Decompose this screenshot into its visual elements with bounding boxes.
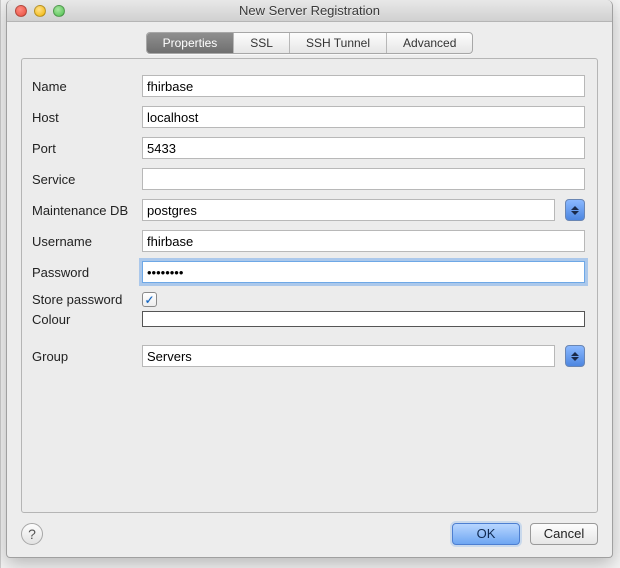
zoom-icon[interactable]	[53, 5, 65, 17]
password-input[interactable]	[142, 261, 585, 283]
maintenance-db-stepper[interactable]	[565, 199, 585, 221]
group-stepper[interactable]	[565, 345, 585, 367]
name-label: Name	[32, 79, 142, 94]
chevron-up-icon	[571, 206, 579, 210]
tab-advanced[interactable]: Advanced	[387, 33, 472, 53]
properties-panel: Name Host Port Service Maintenance DB	[21, 58, 598, 513]
host-input[interactable]	[142, 106, 585, 128]
group-label: Group	[32, 349, 142, 364]
window-controls	[7, 5, 65, 17]
service-input[interactable]	[142, 168, 585, 190]
name-input[interactable]	[142, 75, 585, 97]
colour-picker[interactable]	[142, 311, 585, 327]
chevron-down-icon	[571, 211, 579, 215]
dialog-window: New Server Registration Properties SSL S…	[6, 0, 613, 558]
chevron-down-icon	[571, 357, 579, 361]
titlebar: New Server Registration	[7, 0, 612, 22]
store-password-checkbox[interactable]: ✓	[142, 292, 157, 307]
cancel-button[interactable]: Cancel	[530, 523, 598, 545]
maintenance-db-label: Maintenance DB	[32, 203, 142, 218]
tab-bar: Properties SSL SSH Tunnel Advanced	[146, 32, 474, 54]
help-button[interactable]: ?	[21, 523, 43, 545]
store-password-label: Store password	[32, 292, 142, 307]
tab-ssl[interactable]: SSL	[234, 33, 290, 53]
ok-button[interactable]: OK	[452, 523, 520, 545]
window-title: New Server Registration	[7, 3, 612, 18]
tab-ssh-tunnel[interactable]: SSH Tunnel	[290, 33, 387, 53]
colour-label: Colour	[32, 312, 142, 327]
tab-properties[interactable]: Properties	[147, 33, 235, 53]
service-label: Service	[32, 172, 142, 187]
chevron-up-icon	[571, 352, 579, 356]
group-input[interactable]	[142, 345, 555, 367]
maintenance-db-input[interactable]	[142, 199, 555, 221]
password-label: Password	[32, 265, 142, 280]
username-label: Username	[32, 234, 142, 249]
port-label: Port	[32, 141, 142, 156]
close-icon[interactable]	[15, 5, 27, 17]
host-label: Host	[32, 110, 142, 125]
port-input[interactable]	[142, 137, 585, 159]
username-input[interactable]	[142, 230, 585, 252]
minimize-icon[interactable]	[34, 5, 46, 17]
dialog-footer: ? OK Cancel	[7, 513, 612, 557]
